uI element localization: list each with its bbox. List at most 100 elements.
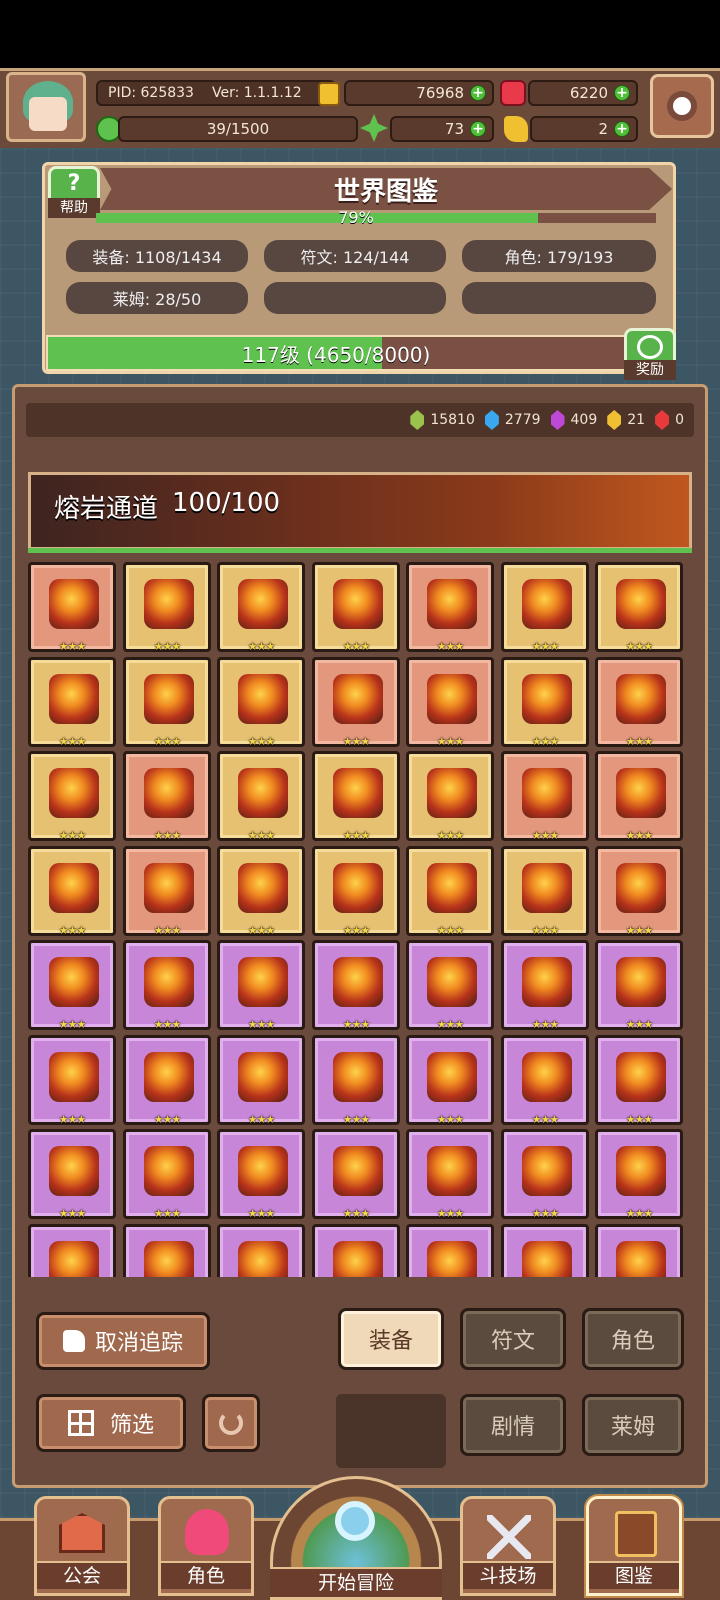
item-stars: ★★★ — [436, 735, 465, 748]
item-cell[interactable]: ★★★ — [123, 1129, 211, 1220]
gem-yellow-value: 21 — [627, 412, 646, 428]
item-cell[interactable]: ★★★ — [501, 1224, 589, 1277]
coin-icon — [318, 82, 340, 106]
item-cell[interactable]: ★★★ — [123, 846, 211, 937]
item-cell[interactable]: ★★★ — [312, 562, 400, 653]
item-cell[interactable]: ★★★ — [312, 940, 400, 1031]
item-cell[interactable]: ★★★ — [595, 846, 683, 937]
item-cell[interactable]: ★★★ — [406, 657, 494, 748]
item-stars: ★★★ — [342, 1207, 371, 1220]
item-cell[interactable]: ★★★ — [312, 1129, 400, 1220]
tab-slimes[interactable]: 莱姆 — [582, 1394, 684, 1456]
item-cell[interactable]: ★★★ — [501, 1129, 589, 1220]
guild-icon — [59, 1513, 105, 1553]
item-cell[interactable]: ★★★ — [123, 940, 211, 1031]
nav-guild[interactable]: 公会 — [34, 1496, 130, 1596]
item-cell[interactable]: ★★★ — [501, 940, 589, 1031]
nav-arena[interactable]: 斗技场 — [460, 1496, 556, 1596]
item-cell[interactable]: ★★★ — [595, 1129, 683, 1220]
item-cell[interactable]: ★★★ — [28, 1224, 116, 1277]
item-cell[interactable]: ★★★ — [28, 751, 116, 842]
item-cell[interactable]: ★★★ — [217, 940, 305, 1031]
pid-text: PID: 625833 — [108, 85, 194, 101]
item-cell[interactable]: ★★★ — [501, 657, 589, 748]
item-cell[interactable]: ★★★ — [312, 751, 400, 842]
item-cell[interactable]: ★★★ — [123, 1224, 211, 1277]
item-cell[interactable]: ★★★ — [406, 1224, 494, 1277]
reward-button[interactable]: 奖励 — [624, 328, 676, 380]
item-icon — [522, 863, 572, 913]
item-cell[interactable]: ★★★ — [217, 1035, 305, 1126]
item-icon — [333, 1146, 383, 1196]
item-cell[interactable]: ★★★ — [406, 1035, 494, 1126]
tab-runes[interactable]: 符文 — [460, 1308, 566, 1370]
ruby-icon — [500, 80, 526, 106]
item-icon — [49, 863, 99, 913]
item-cell[interactable]: ★★★ — [28, 940, 116, 1031]
item-cell[interactable]: ★★★ — [595, 562, 683, 653]
item-cell[interactable]: ★★★ — [595, 1224, 683, 1277]
area-name: 熔岩通道 — [54, 494, 159, 524]
item-cell[interactable]: ★★★ — [28, 1035, 116, 1126]
item-cell[interactable]: ★★★ — [123, 562, 211, 653]
item-cell[interactable]: ★★★ — [406, 1129, 494, 1220]
item-cell[interactable]: ★★★ — [123, 657, 211, 748]
item-cell[interactable]: ★★★ — [406, 751, 494, 842]
item-cell[interactable]: ★★★ — [28, 846, 116, 937]
add-coin-icon[interactable]: + — [470, 85, 486, 101]
item-cell[interactable]: ★★★ — [595, 1035, 683, 1126]
item-stars: ★★★ — [436, 1018, 465, 1031]
item-icon — [144, 957, 194, 1007]
help-button[interactable]: ? 帮助 — [48, 166, 100, 218]
item-cell[interactable]: ★★★ — [28, 1129, 116, 1220]
item-cell[interactable]: ★★★ — [595, 751, 683, 842]
item-stars: ★★★ — [625, 1207, 654, 1220]
item-cell[interactable]: ★★★ — [28, 657, 116, 748]
item-cell[interactable]: ★★★ — [217, 751, 305, 842]
item-cell[interactable]: ★★★ — [406, 562, 494, 653]
reward-label: 奖励 — [624, 360, 676, 380]
item-cell[interactable]: ★★★ — [217, 1129, 305, 1220]
filter-button[interactable]: 筛选 — [36, 1394, 186, 1452]
add-ruby-icon[interactable]: + — [614, 85, 630, 101]
item-cell[interactable]: ★★★ — [595, 940, 683, 1031]
item-cell[interactable]: ★★★ — [28, 562, 116, 653]
item-cell[interactable]: ★★★ — [501, 562, 589, 653]
red-gem-icon — [655, 410, 670, 430]
item-cell[interactable]: ★★★ — [406, 846, 494, 937]
purple-gem-icon — [550, 410, 565, 430]
item-cell[interactable]: ★★★ — [217, 1224, 305, 1277]
item-cell[interactable]: ★★★ — [501, 751, 589, 842]
nav-character[interactable]: 角色 — [158, 1496, 254, 1596]
item-cell[interactable]: ★★★ — [501, 1035, 589, 1126]
item-cell[interactable]: ★★★ — [217, 657, 305, 748]
item-cell[interactable]: ★★★ — [406, 940, 494, 1031]
item-cell[interactable]: ★★★ — [501, 846, 589, 937]
reset-filter-button[interactable] — [202, 1394, 260, 1452]
item-cell[interactable]: ★★★ — [312, 1224, 400, 1277]
item-cell[interactable]: ★★★ — [312, 657, 400, 748]
item-cell[interactable]: ★★★ — [312, 1035, 400, 1126]
item-cell[interactable]: ★★★ — [123, 751, 211, 842]
item-cell[interactable]: ★★★ — [123, 1035, 211, 1126]
tab-equipment[interactable]: 装备 — [338, 1308, 444, 1370]
untrack-button[interactable]: 取消追踪 — [36, 1312, 210, 1370]
tab-story[interactable]: 剧情 — [460, 1394, 566, 1456]
item-icon — [49, 768, 99, 818]
item-cell[interactable]: ★★★ — [217, 846, 305, 937]
add-clover-icon[interactable]: + — [470, 121, 486, 137]
item-cell[interactable]: ★★★ — [217, 562, 305, 653]
settings-button[interactable] — [650, 74, 714, 138]
tab-characters[interactable]: 角色 — [582, 1308, 684, 1370]
item-icon — [144, 863, 194, 913]
gem-counter-row: 15810 2779 409 21 0 — [26, 403, 694, 437]
item-stars: ★★★ — [342, 640, 371, 653]
item-stars: ★★★ — [436, 924, 465, 937]
item-cell[interactable]: ★★★ — [595, 657, 683, 748]
add-key-icon[interactable]: + — [614, 121, 630, 137]
item-cell[interactable]: ★★★ — [312, 846, 400, 937]
item-icon — [333, 768, 383, 818]
player-avatar[interactable] — [6, 72, 86, 142]
nav-codex[interactable]: 图鉴 — [586, 1496, 682, 1596]
energy-counter: 39/1500 — [118, 116, 358, 142]
